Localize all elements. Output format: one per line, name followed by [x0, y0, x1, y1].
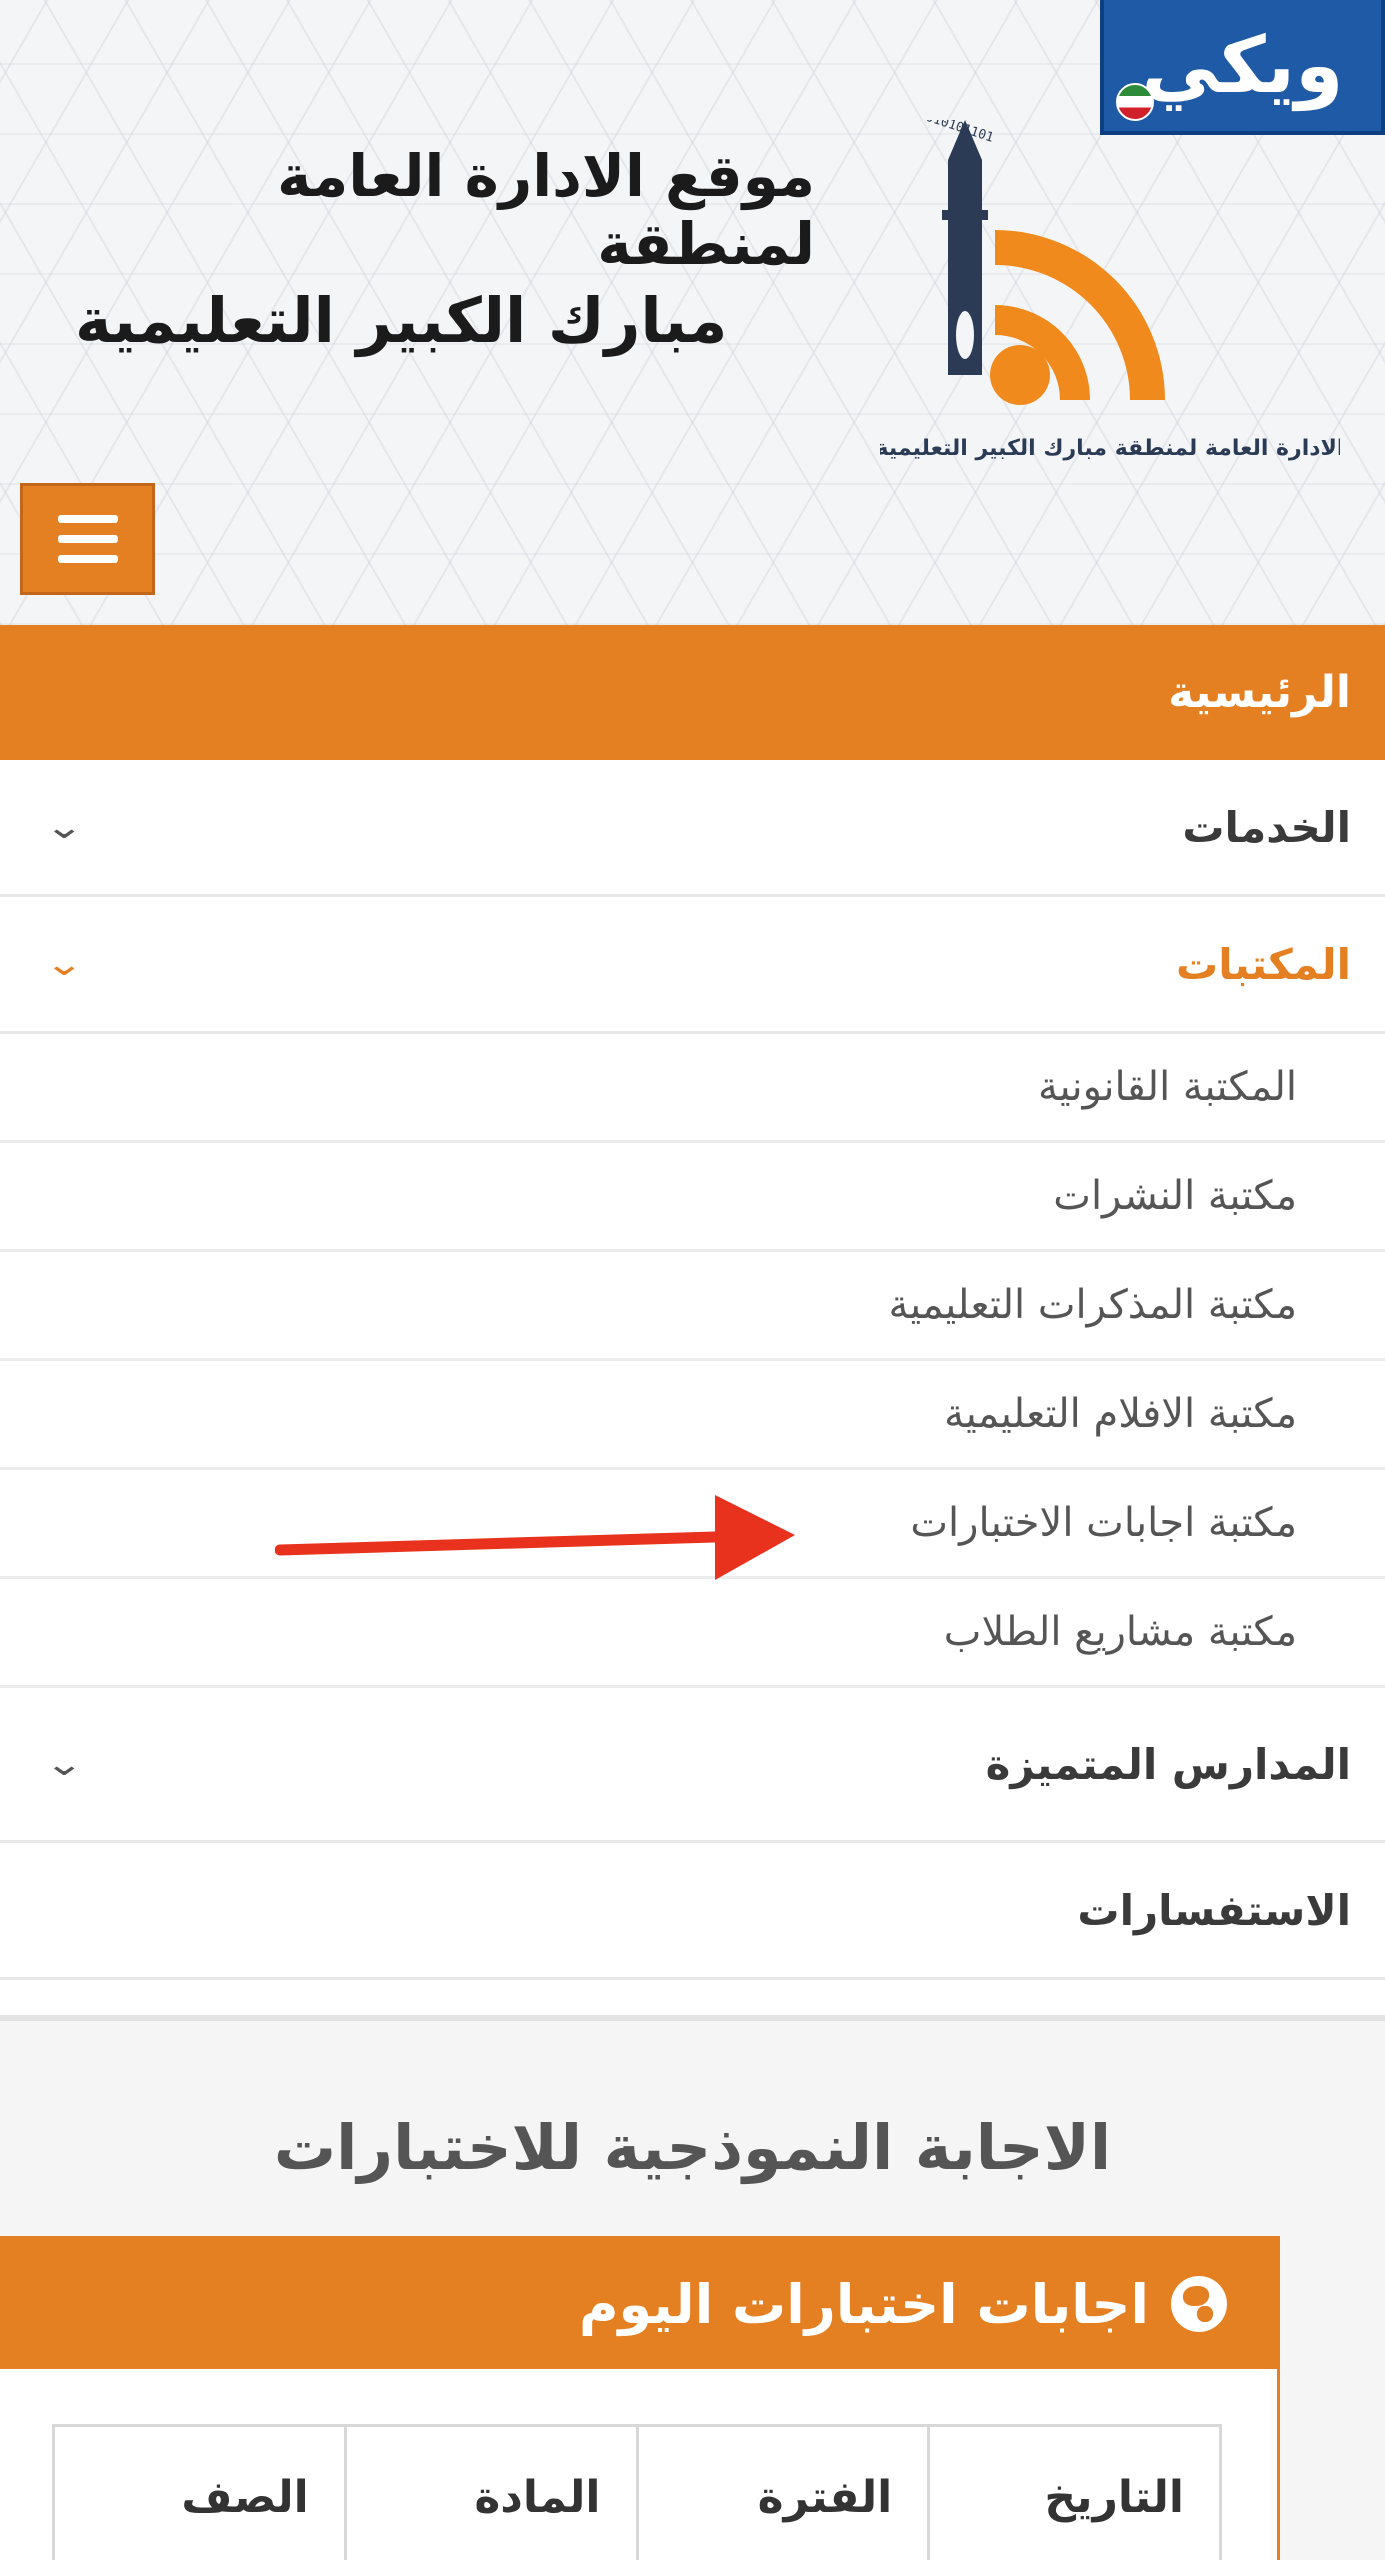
- logo-binary-text: 1001001001110110010100110101010101101: [880, 120, 995, 146]
- site-title-line-2-text: مبارك الكبير التعليمية: [75, 283, 728, 357]
- submenu-item-label: مكتبة النشرات: [1053, 1173, 1297, 1219]
- page-title: الاجابة النموذجية للاختبارات: [273, 2111, 1112, 2184]
- submenu-item-label: المكتبة القانونية: [1038, 1064, 1297, 1110]
- nav-item-schools-label: المدارس المتميزة: [985, 1739, 1351, 1789]
- submenu-item-label: مكتبة مشاريع الطلاب: [943, 1609, 1297, 1655]
- globe-icon: [1171, 2276, 1227, 2332]
- wiki-badge[interactable]: ويكي: [1100, 0, 1385, 135]
- pen-tower-icon: [942, 120, 988, 375]
- site-title: موقع الادارة العامة لمنطقة مبارك الكبير …: [65, 142, 825, 375]
- submenu-item-bulletins-library[interactable]: مكتبة النشرات: [0, 1143, 1385, 1252]
- answers-table-header: التاريخ الفترة المادة الصف: [52, 2424, 1222, 2560]
- submenu-item-legal-library[interactable]: المكتبة القانونية: [0, 1034, 1385, 1143]
- main-content: الاجابة النموذجية للاختبارات اجابات اختب…: [0, 2015, 1385, 2560]
- nav-item-home[interactable]: الرئيسية: [0, 625, 1385, 760]
- chevron-down-icon[interactable]: ⌄: [44, 807, 84, 847]
- submenu-item-student-projects-library[interactable]: مكتبة مشاريع الطلاب: [0, 1579, 1385, 1688]
- nav-item-inquiries[interactable]: الاستفسارات: [0, 1843, 1385, 1980]
- logo-caption: الادارة العامة لمنطقة مبارك الكبير التعل…: [880, 436, 1340, 461]
- column-header-period[interactable]: الفترة: [635, 2427, 928, 2560]
- chevron-down-icon[interactable]: ⌄: [44, 1744, 84, 1784]
- site-title-line-1-text: موقع الادارة العامة لمنطقة: [277, 142, 815, 278]
- wiki-badge-text: ويكي: [1141, 20, 1344, 111]
- chevron-down-icon[interactable]: ⌄: [44, 944, 84, 984]
- submenu-item-notes-library[interactable]: مكتبة المذكرات التعليمية: [0, 1252, 1385, 1361]
- nav-item-schools[interactable]: المدارس المتميزة ⌄: [0, 1688, 1385, 1843]
- site-logo[interactable]: 1001001001110110010100110101010101101 ال…: [880, 120, 1340, 470]
- submenu-item-label: مكتبة الافلام التعليمية: [944, 1391, 1297, 1437]
- nav-item-libraries[interactable]: المكتبات ⌄: [0, 897, 1385, 1034]
- column-header-subject[interactable]: المادة: [343, 2427, 636, 2560]
- hamburger-icon-bar-3: [57, 555, 118, 563]
- nav-item-libraries-label: المكتبات: [1175, 939, 1351, 989]
- nav-item-home-label: الرئيسية: [1168, 667, 1351, 718]
- site-header: ويكي 10010010011101100101001101010101011…: [0, 0, 1385, 625]
- nav-item-services-label: الخدمات: [1182, 802, 1351, 852]
- site-title-line-1: موقع الادارة العامة لمنطقة: [75, 142, 825, 278]
- red-arrow-annotation-icon: [275, 1495, 795, 1580]
- main-nav: الرئيسية الخدمات ⌄ المكتبات ⌄ المكتبة ال…: [0, 625, 1385, 1980]
- submenu-item-label: مكتبة اجابات الاختبارات: [910, 1500, 1297, 1546]
- panel-title: اجابات اختبارات اليوم: [578, 2272, 1149, 2336]
- panel-header: اجابات اختبارات اليوم: [0, 2239, 1277, 2369]
- nav-item-inquiries-label: الاستفسارات: [1077, 1885, 1351, 1935]
- hamburger-icon: [57, 515, 118, 523]
- column-header-grade[interactable]: الصف: [55, 2427, 344, 2560]
- rss-arcs-icon: [990, 230, 1165, 405]
- hamburger-icon-bar-2: [57, 535, 118, 543]
- today-answers-panel: اجابات اختبارات اليوم التاريخ الفترة الم…: [0, 2236, 1280, 2560]
- nav-item-services[interactable]: الخدمات ⌄: [0, 760, 1385, 897]
- menu-toggle-button[interactable]: [20, 483, 155, 595]
- kuwait-flag-icon: [1116, 83, 1154, 121]
- column-header-date[interactable]: التاريخ: [927, 2427, 1219, 2560]
- submenu-item-label: مكتبة المذكرات التعليمية: [888, 1282, 1297, 1328]
- submenu-item-films-library[interactable]: مكتبة الافلام التعليمية: [0, 1361, 1385, 1470]
- site-title-line-2: مبارك الكبير التعليمية: [75, 275, 825, 365]
